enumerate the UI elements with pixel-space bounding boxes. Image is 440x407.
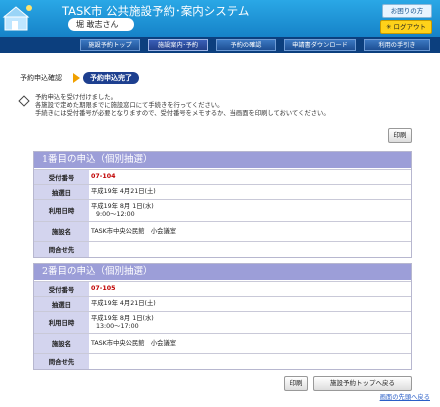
use-time: 9:00～12:00 — [96, 210, 135, 218]
use-datetime-value: 平成19年 8月 1日(水) 9:00～12:00 — [91, 200, 154, 221]
tab-reservation-check[interactable]: 予約の確認 — [216, 39, 276, 51]
step-arrow-icon — [73, 73, 80, 83]
contact-label: 問合せ先 — [34, 242, 89, 257]
facility-row: 施設名 TASK市中央公民館 小会議室 — [34, 333, 411, 353]
lottery-label: 抽選日 — [34, 185, 89, 199]
print-button-top[interactable]: 印刷 — [388, 128, 412, 143]
facility-name: TASK市中央公民館 小会議室 — [91, 339, 177, 347]
app-header: TASK市 公共施設予約･案内システム 堀 敢志さん お困りの方 ✳ ログアウト — [0, 0, 440, 37]
facility-label: 施設名 — [34, 222, 89, 241]
lottery-date: 平成19年 4月21日(土) — [91, 188, 156, 195]
contact-label: 問合せ先 — [34, 354, 89, 369]
use-datetime-row: 利用日時 平成19年 8月 1日(水) 13:00～17:00 — [34, 311, 411, 333]
use-datetime-label: 利用日時 — [34, 200, 89, 221]
step-current: 予約申込完了 — [83, 72, 139, 84]
receipt-row: 受付番号 07-105 — [34, 281, 411, 296]
contact-row: 問合せ先 — [34, 241, 411, 257]
message-line: 手続きには受付番号が必要となりますので、受付番号をメモするか、当画面を印刷してお… — [35, 109, 330, 117]
back-to-top-button[interactable]: 施設予約トップへ戻る — [313, 376, 412, 391]
receipt-row: 受付番号 07-104 — [34, 169, 411, 184]
booking-panel-2: 2番目の申込（個別抽選） 受付番号 07-105 抽選日 平成19年 4月21日… — [33, 263, 412, 370]
diamond-bullet-icon — [18, 95, 30, 107]
use-datetime-row: 利用日時 平成19年 8月 1日(水) 9:00～12:00 — [34, 199, 411, 221]
facility-name: TASK市中央公民館 小会議室 — [91, 227, 177, 235]
tab-guide[interactable]: 利用の手引き — [364, 39, 430, 51]
tab-facility-guide[interactable]: 施設案内･予約 — [148, 39, 208, 51]
print-button-bottom[interactable]: 印刷 — [284, 376, 308, 391]
completion-message: 予約申込を受け付けました。 各施設で定めた期限までに施設窓口にて手続きを行ってく… — [35, 94, 330, 117]
tab-reservation-top[interactable]: 施設予約トップ — [80, 39, 140, 51]
message-line: 各施設で定めた期限までに施設窓口にて手続きを行ってください。 — [35, 101, 224, 109]
lottery-date: 平成19年 4月21日(土) — [91, 300, 156, 307]
user-name: 堀 敢志さん — [68, 18, 134, 31]
use-date: 平成19年 8月 1日(水) — [91, 314, 154, 322]
booking-title: 2番目の申込（個別抽選） — [34, 264, 411, 280]
page-top-link[interactable]: 画面の先頭へ戻る — [380, 392, 430, 401]
lottery-row: 抽選日 平成19年 4月21日(土) — [34, 296, 411, 311]
receipt-label: 受付番号 — [34, 170, 89, 184]
receipt-number: 07-105 — [91, 285, 116, 292]
lottery-row: 抽選日 平成19年 4月21日(土) — [34, 184, 411, 199]
booking-panel-1: 1番目の申込（個別抽選） 受付番号 07-104 抽選日 平成19年 4月21日… — [33, 151, 412, 258]
use-time: 13:00～17:00 — [96, 322, 139, 330]
main-nav: 施設予約トップ 施設案内･予約 予約の確認 申請書ダウンロード 利用の手引き — [0, 37, 440, 53]
logout-button[interactable]: ✳ ログアウト — [380, 20, 432, 34]
system-title: TASK市 公共施設予約･案内システム — [62, 4, 250, 18]
tab-download[interactable]: 申請書ダウンロード — [284, 39, 356, 51]
facility-label: 施設名 — [34, 334, 89, 353]
use-datetime-value: 平成19年 8月 1日(水) 13:00～17:00 — [91, 312, 154, 333]
facility-row: 施設名 TASK市中央公民館 小会議室 — [34, 221, 411, 241]
step-previous: 予約申込確認 — [20, 74, 62, 82]
logo-icon — [2, 5, 32, 31]
use-date: 平成19年 8月 1日(水) — [91, 202, 154, 210]
use-datetime-label: 利用日時 — [34, 312, 89, 333]
message-line: 予約申込を受け付けました。 — [35, 94, 117, 101]
receipt-label: 受付番号 — [34, 282, 89, 296]
lottery-label: 抽選日 — [34, 297, 89, 311]
booking-title: 1番目の申込（個別抽選） — [34, 152, 411, 168]
help-button[interactable]: お困りの方 — [382, 4, 432, 18]
receipt-number: 07-104 — [91, 173, 116, 180]
contact-row: 問合せ先 — [34, 353, 411, 369]
